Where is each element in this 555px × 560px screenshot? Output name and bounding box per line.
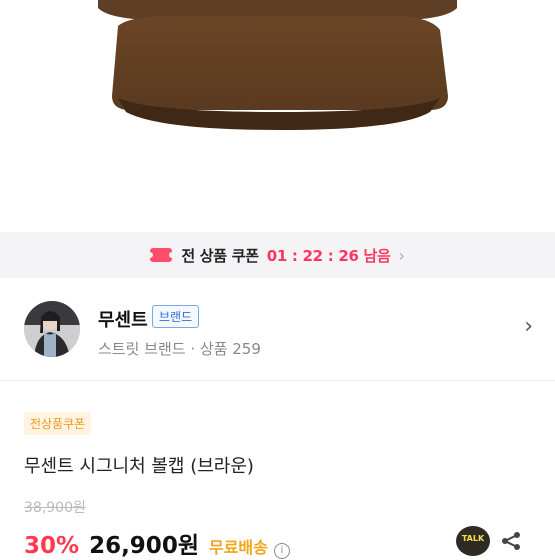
free-shipping-label: 무료배송 [208, 538, 268, 557]
chevron-right-icon[interactable]: › [524, 314, 533, 339]
chevron-right-icon: › [398, 245, 405, 265]
cap-illustration [98, 0, 457, 130]
share-icon[interactable] [500, 530, 522, 552]
coupon-label: 전 상품 쿠폰 [181, 246, 259, 265]
original-price: 38,900원 [24, 500, 86, 516]
coupon-icon [147, 248, 176, 262]
store-name[interactable]: 무센트 [98, 306, 148, 332]
brand-badge: 브랜드 [152, 305, 200, 328]
product-image[interactable] [0, 0, 555, 232]
coupon-tag: 전상품쿠폰 [24, 412, 92, 435]
product-title: 무센트 시그니처 볼캡 (브라운) [24, 456, 254, 477]
coupon-banner[interactable]: 전 상품 쿠폰 01 : 22 : 26 남음 › [0, 232, 555, 278]
info-icon[interactable]: i [273, 543, 290, 559]
talk-label: TALK [461, 534, 485, 543]
store-row[interactable]: 무센트 브랜드 스트릿 브랜드 · 상품 259 › [0, 278, 555, 381]
discount-rate: 30% [24, 533, 80, 559]
coupon-timer: 01 : 22 : 26 남음 [266, 246, 391, 265]
store-avatar[interactable] [24, 301, 80, 357]
store-meta: 스트릿 브랜드 · 상품 259 [98, 340, 261, 358]
talk-button[interactable]: TALK [456, 526, 490, 556]
